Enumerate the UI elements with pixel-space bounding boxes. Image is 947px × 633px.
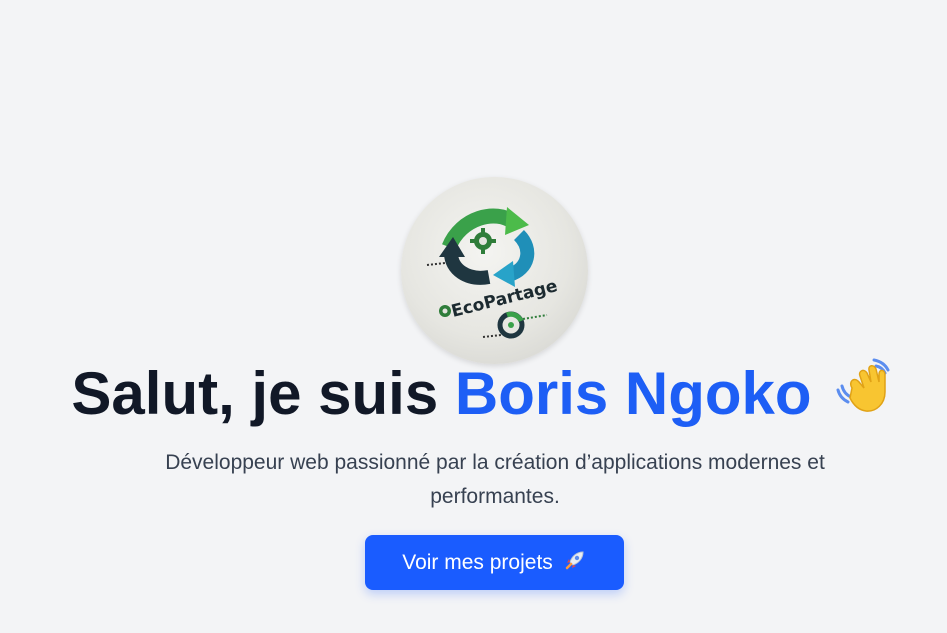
profile-avatar: EcoPartage [401,177,588,364]
rocket-icon [563,548,587,578]
hero-subtitle: Développeur web passionné par la créatio… [165,451,825,508]
waving-hand-icon [834,354,896,432]
hero-section: EcoPartage Salut, je suis Boris Ngoko Dé… [0,0,947,633]
hero-name: Boris Ngoko [454,360,812,427]
view-projects-button[interactable]: Voir mes projets [365,535,624,590]
view-projects-label: Voir mes projets [402,550,553,574]
greeting-prefix: Salut, je suis [71,360,439,427]
ecopartage-logo: EcoPartage [426,207,560,339]
hero-heading: Salut, je suis Boris Ngoko [0,358,947,432]
